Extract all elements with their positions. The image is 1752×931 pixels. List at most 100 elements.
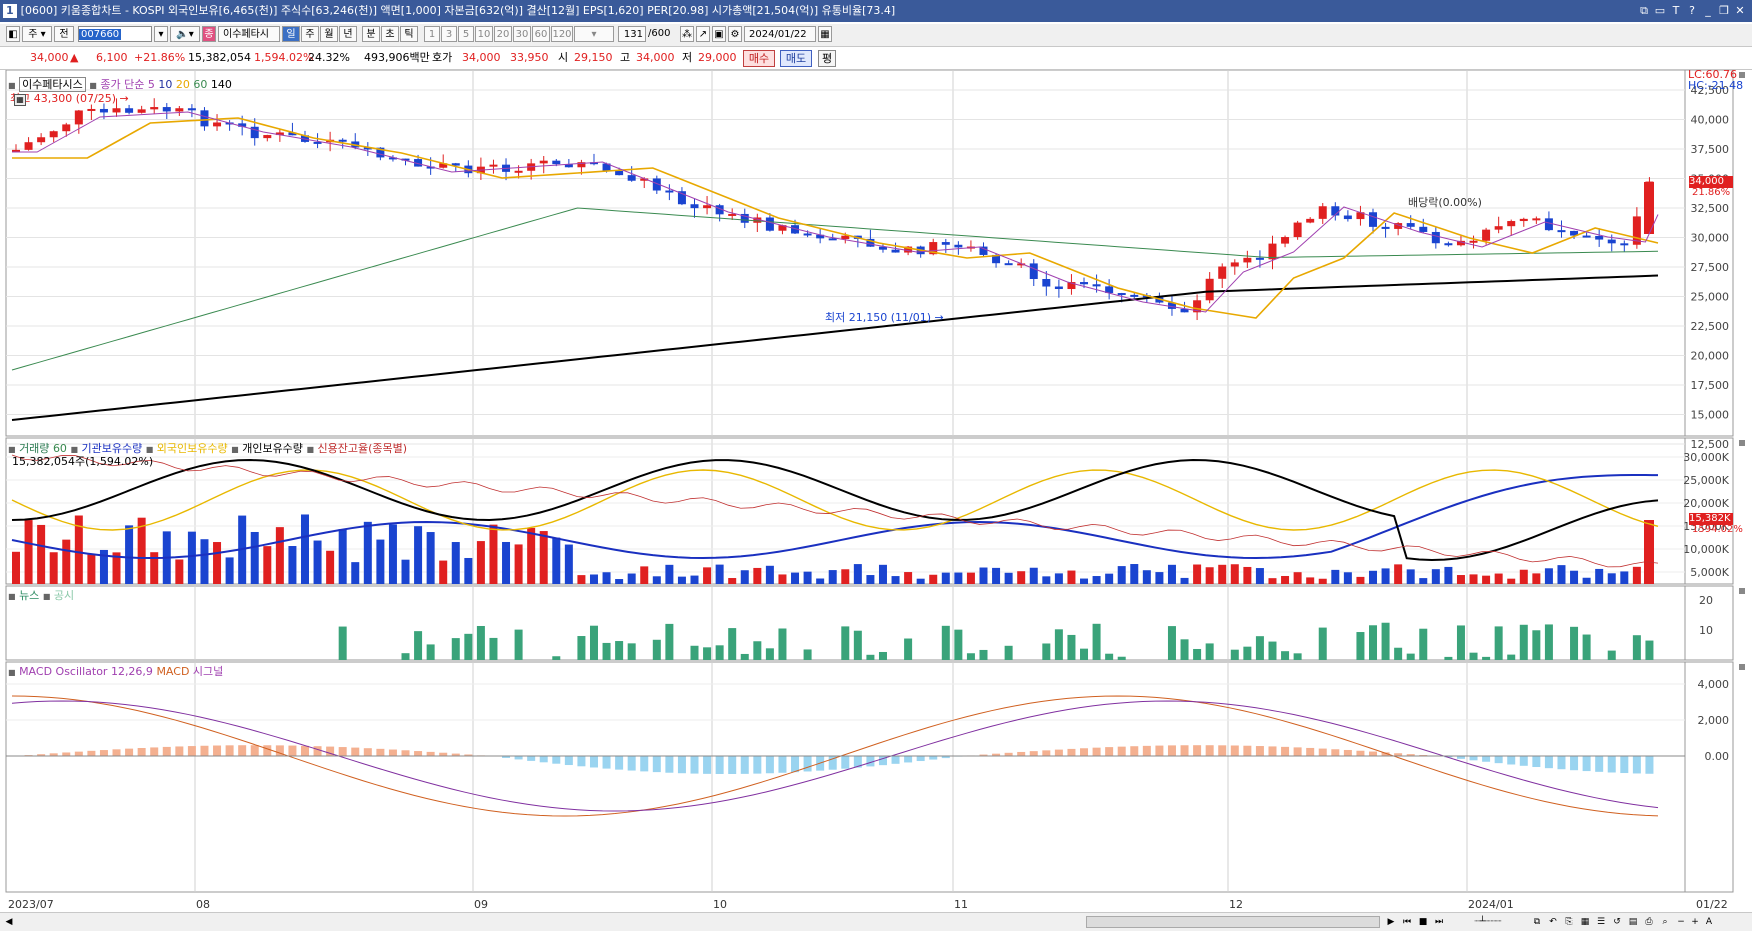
macd-osc-bar xyxy=(565,756,573,765)
chart-area[interactable]: 42,50040,00037,50035,00032,50030,00027,5… xyxy=(0,70,1752,912)
grid-icon[interactable]: ▦ xyxy=(14,94,26,106)
chart-svg[interactable]: 42,50040,00037,50035,00032,50030,00027,5… xyxy=(0,70,1752,912)
low-marker: 최저 21,150 (11/01) → xyxy=(825,309,944,325)
minimize-icon[interactable]: _ xyxy=(1700,0,1716,22)
sound-icon[interactable]: 🔈▾ xyxy=(170,26,200,42)
minute-option[interactable]: 30 xyxy=(513,26,531,42)
news-legend-item[interactable]: 뉴스 xyxy=(19,589,39,602)
chart-scrollbar[interactable]: ◀ ▶ ⏮ ■ ⏭ ┈┴┈┈┈ ⧉ ↶ ⎘ ▦ ☰ ↺ ▤ ⎙ ⌕ − + A xyxy=(0,912,1752,931)
gear-icon[interactable]: ⚙ xyxy=(728,26,742,42)
stop-icon[interactable]: ■ xyxy=(1416,915,1430,929)
list-icon[interactable]: ☰ xyxy=(1594,915,1608,929)
print-icon[interactable]: ⎙ xyxy=(1642,915,1656,929)
candle-body xyxy=(1608,240,1616,244)
ma140-legend[interactable]: 140 xyxy=(211,78,232,91)
macd-osc-legend[interactable]: MACD Oscillator 12,26,9 xyxy=(19,665,153,678)
tab-day[interactable]: 일 xyxy=(282,26,300,42)
split-icon[interactable]: ⧉ xyxy=(1530,915,1544,929)
macd-legend: ■ MACD Oscillator 12,26,9 MACD 시그널 xyxy=(8,663,223,679)
stock-code-input[interactable]: 007660 xyxy=(78,26,152,42)
reset-icon[interactable]: ↺ xyxy=(1610,915,1624,929)
scroll-thumb[interactable] xyxy=(1086,916,1380,928)
volume-bar xyxy=(992,568,1000,584)
date-input[interactable]: 2024/01/22 xyxy=(744,26,816,42)
y-tick-label: 4,000 xyxy=(1698,678,1730,691)
ma20-legend[interactable]: 20 xyxy=(176,78,190,91)
price-change: 6,100 xyxy=(96,47,128,69)
volume-bar xyxy=(1268,578,1276,584)
individual-legend[interactable]: 개인보유수량 xyxy=(242,442,303,455)
help-icon[interactable]: ? xyxy=(1684,0,1700,22)
save-icon[interactable]: ▣ xyxy=(712,26,726,42)
credit-legend[interactable]: 신용잔고율(종목별) xyxy=(318,442,408,455)
last-icon[interactable]: ⏭ xyxy=(1432,915,1446,929)
macd-osc-bar xyxy=(678,756,686,773)
close-icon[interactable]: ✕ xyxy=(1732,0,1748,22)
candle-body xyxy=(200,110,208,126)
macd-line-legend[interactable]: MACD xyxy=(156,665,189,678)
first-icon[interactable]: ⏮ xyxy=(1400,915,1414,929)
minute-option[interactable]: 120 xyxy=(551,26,573,42)
scroll-left-icon[interactable]: ◀ xyxy=(2,915,16,929)
scroll-right-icon[interactable]: ▶ xyxy=(1384,915,1398,929)
minute-option[interactable]: 5 xyxy=(458,26,474,42)
magnify-icon[interactable]: ⌕ xyxy=(1658,915,1672,929)
zoom-slider[interactable]: ┈┴┈┈┈ xyxy=(1450,915,1526,929)
tab-tick[interactable]: 틱 xyxy=(400,26,418,42)
minute-option[interactable]: 10 xyxy=(475,26,493,42)
tool-icon[interactable]: ↗ xyxy=(696,26,710,42)
copy-icon[interactable]: ▭ xyxy=(1652,0,1668,22)
table-icon[interactable]: ▦ xyxy=(1578,915,1592,929)
macd-osc-bar xyxy=(791,756,799,772)
ma10-legend[interactable]: 10 xyxy=(158,78,172,91)
candle-body xyxy=(1130,295,1138,297)
minute-option[interactable]: 60 xyxy=(532,26,550,42)
all-button[interactable]: 전 xyxy=(54,26,74,42)
tab-minute[interactable]: 분 xyxy=(362,26,380,42)
zoom-in-icon[interactable]: + xyxy=(1688,915,1702,929)
sell-button[interactable]: 매도 xyxy=(780,50,812,67)
macd-osc-bar xyxy=(1093,748,1101,756)
ma60-legend[interactable]: 60 xyxy=(193,78,207,91)
legend-bullet-icon: ■ xyxy=(306,445,314,454)
link-icon[interactable]: ⧉ xyxy=(1636,0,1652,22)
search-icon[interactable]: ▾ xyxy=(154,26,168,42)
copy-icon[interactable]: ⎘ xyxy=(1562,915,1576,929)
font-icon[interactable]: A xyxy=(1702,915,1716,929)
zoom-out-icon[interactable]: − xyxy=(1674,915,1688,929)
calendar-icon[interactable]: ▦ xyxy=(818,26,832,42)
period-select[interactable]: 주 ▾ xyxy=(22,26,52,42)
minute-custom-select[interactable]: ▾ xyxy=(574,26,614,42)
minute-option[interactable]: 20 xyxy=(494,26,512,42)
minute-option[interactable]: 3 xyxy=(441,26,457,42)
chart-type-icon[interactable]: ⁂ xyxy=(680,26,694,42)
count-input[interactable]: 131 xyxy=(618,26,646,42)
disclosure-legend[interactable]: 공시 xyxy=(54,589,74,602)
tab-week[interactable]: 주 xyxy=(301,26,319,42)
foreign-legend[interactable]: 외국인보유수량 xyxy=(157,442,228,455)
volume-bar xyxy=(1231,564,1239,584)
tab-second[interactable]: 초 xyxy=(381,26,399,42)
restore-icon[interactable]: ❐ xyxy=(1716,0,1732,22)
volume-bar xyxy=(1583,578,1591,584)
ma5-legend[interactable]: 5 xyxy=(148,78,155,91)
font-icon[interactable]: T xyxy=(1668,0,1684,22)
undo-icon[interactable]: ↶ xyxy=(1546,915,1560,929)
tab-year[interactable]: 년 xyxy=(339,26,357,42)
signal-legend[interactable]: 시그널 xyxy=(193,665,223,678)
favorite-icon[interactable]: 종 xyxy=(202,26,216,42)
candle-body xyxy=(766,217,774,230)
y-tick-label: 20,000K xyxy=(1683,497,1729,510)
news-bar xyxy=(577,636,585,660)
tab-month[interactable]: 월 xyxy=(320,26,338,42)
high-label: 고 xyxy=(620,47,630,69)
volume-bar xyxy=(50,552,58,584)
candle-body xyxy=(691,204,699,208)
chart-menu-icon[interactable]: ◧ xyxy=(6,26,20,42)
macd-osc-bar xyxy=(364,748,372,756)
minute-option[interactable]: 1 xyxy=(424,26,440,42)
grid-icon[interactable]: ▤ xyxy=(1626,915,1640,929)
average-button[interactable]: 평 xyxy=(818,50,836,67)
buy-button[interactable]: 매수 xyxy=(743,50,775,67)
volume-bar xyxy=(62,540,70,584)
